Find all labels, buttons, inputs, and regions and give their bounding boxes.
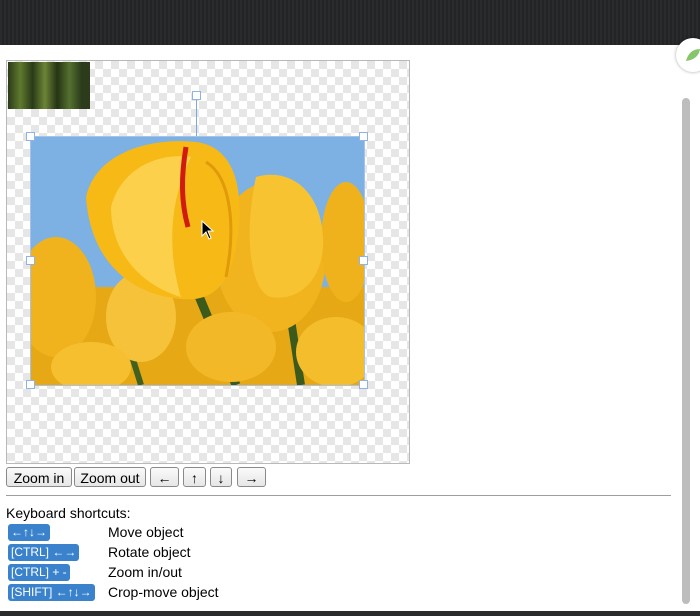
- resize-handle-top-right[interactable]: [359, 132, 368, 141]
- move-down-button[interactable]: ↓: [210, 467, 232, 487]
- move-right-button[interactable]: →: [237, 467, 266, 487]
- shortcut-key-zoom: [CTRL] + -: [8, 564, 70, 581]
- tulip-photo: [31, 137, 364, 385]
- shortcut-desc-zoom: Zoom in/out: [108, 564, 182, 580]
- resize-handle-left[interactable]: [26, 256, 35, 265]
- zoom-out-button[interactable]: Zoom out: [74, 467, 146, 487]
- tulip-image[interactable]: [31, 137, 364, 385]
- rotate-guide-line: [196, 98, 197, 137]
- shortcut-desc-move: Move object: [108, 524, 184, 540]
- resize-handle-bottom-left[interactable]: [26, 380, 35, 389]
- scrollbar-thumb[interactable]: [682, 98, 690, 604]
- zoom-in-button[interactable]: Zoom in: [6, 467, 72, 487]
- browser-top-bar: [0, 0, 700, 45]
- rotate-handle[interactable]: [192, 91, 201, 100]
- shortcut-key-move: ←↑↓→: [8, 524, 50, 541]
- grass-thumbnail[interactable]: [8, 62, 90, 109]
- arrow-cursor-icon: [201, 220, 215, 240]
- browser-bottom-bar: [0, 611, 700, 616]
- shortcut-desc-rotate: Rotate object: [108, 544, 191, 560]
- resize-handle-bottom-right[interactable]: [359, 380, 368, 389]
- image-editor-canvas[interactable]: [6, 60, 410, 464]
- leaf-icon: [686, 49, 700, 61]
- move-up-button[interactable]: ↑: [183, 467, 206, 487]
- shortcut-desc-crop-move: Crop-move object: [108, 584, 219, 600]
- shortcut-key-crop-move: [SHIFT] ←↑↓→: [8, 584, 95, 601]
- resize-handle-right[interactable]: [359, 256, 368, 265]
- resize-handle-top-left[interactable]: [26, 132, 35, 141]
- move-left-button[interactable]: ←: [150, 467, 179, 487]
- shortcut-key-rotate: [CTRL] ←→: [8, 544, 80, 561]
- section-divider: [6, 495, 671, 496]
- shortcuts-title: Keyboard shortcuts:: [6, 505, 131, 521]
